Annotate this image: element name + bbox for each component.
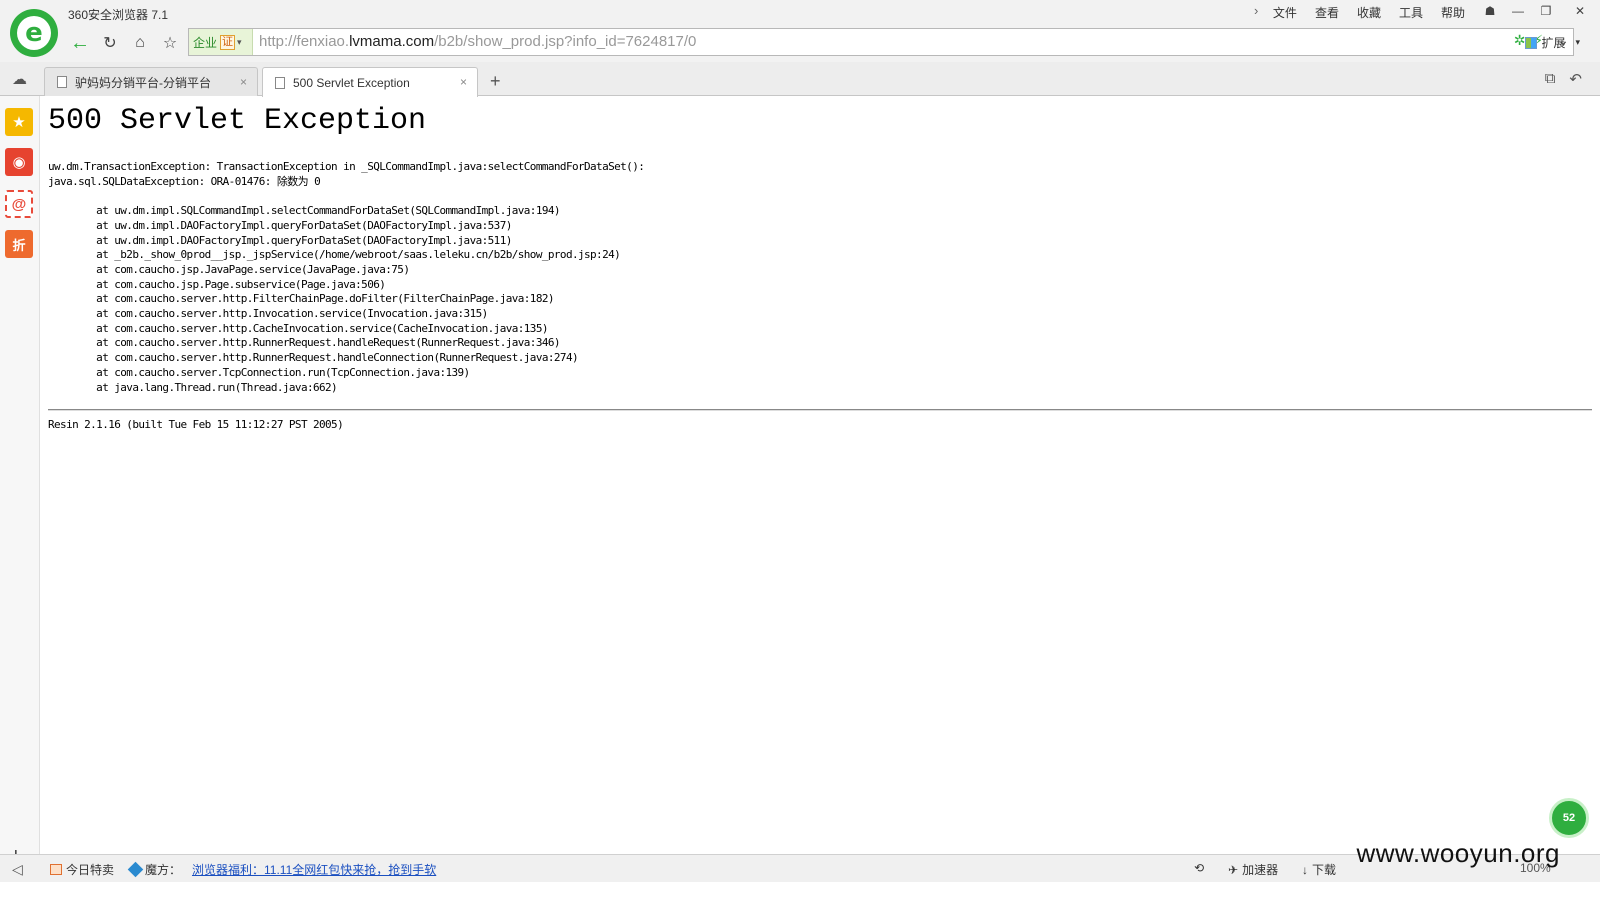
navigation-bar: ← ↻ ⌂ ☆ 企业 证 ▾ http://fenxiao.lvmama.com… xyxy=(66,28,1600,58)
today-special-button[interactable]: 今日特卖 xyxy=(50,861,114,878)
browser-logo-icon: e xyxy=(10,9,58,57)
maximize-button[interactable]: ❐ xyxy=(1532,0,1560,22)
download-button[interactable]: ↓ 下载 xyxy=(1302,861,1336,878)
extensions-arrow-icon: ▾ xyxy=(1575,37,1580,47)
enterprise-cert-badge[interactable]: 企业 证 ▾ xyxy=(189,29,253,55)
menu-tools[interactable]: 工具 xyxy=(1399,4,1423,21)
safety-scan-icon[interactable]: ✲ xyxy=(1514,32,1526,49)
gift-icon xyxy=(50,864,62,875)
url-prefix: http://fenxiao. xyxy=(259,33,350,50)
extensions-icon xyxy=(1525,36,1538,49)
skin-button[interactable]: ☗ xyxy=(1476,0,1504,22)
menu-favorites[interactable]: 收藏 xyxy=(1357,4,1381,21)
back-button[interactable]: ← xyxy=(66,30,94,56)
tab-close-icon[interactable]: × xyxy=(460,75,467,89)
minimize-button[interactable]: — xyxy=(1504,0,1532,22)
menu-expand-arrow-icon[interactable]: › xyxy=(1254,3,1258,18)
page-icon xyxy=(57,76,67,88)
rocket-icon: ✈ xyxy=(1228,862,1239,877)
home-button[interactable]: ⌂ xyxy=(126,30,154,56)
cert-dropdown-icon: ▾ xyxy=(237,36,242,47)
accelerator-button[interactable]: ✈ 加速器 xyxy=(1228,861,1278,878)
bottom-edge xyxy=(0,882,1600,900)
app-title: 360安全浏览器 7.1 xyxy=(68,8,169,22)
menu-file[interactable]: 文件 xyxy=(1273,4,1297,21)
accelerator-label: 加速器 xyxy=(1242,863,1279,877)
address-bar[interactable]: 企业 证 ▾ http://fenxiao.lvmama.com/b2b/sho… xyxy=(188,28,1574,56)
cube-icon xyxy=(127,861,144,878)
favorite-button[interactable]: ☆ xyxy=(156,30,184,56)
promo-link[interactable]: 浏览器福利：11.11全网红包快来抢，抢到手软 xyxy=(192,861,436,878)
menu-bar: 文件 查看 收藏 工具 帮助 xyxy=(1273,4,1465,21)
weibo-icon[interactable]: ◉ xyxy=(5,148,33,176)
mofang-label-group: 魔方： xyxy=(127,861,182,878)
url-path: /b2b/show_prod.jsp?info_id=7624817/0 xyxy=(434,33,697,50)
speed-icon: ⟲ xyxy=(1194,861,1205,875)
page-title: 500 Servlet Exception xyxy=(48,104,427,138)
download-label: 下载 xyxy=(1312,863,1337,877)
reload-button[interactable]: ↻ xyxy=(96,30,124,56)
tab-lvmama[interactable]: 驴妈妈分销平台-分销平台 × xyxy=(44,67,258,96)
menu-help[interactable]: 帮助 xyxy=(1441,4,1465,21)
new-tab-button[interactable]: + xyxy=(490,71,501,92)
sidebar-toggle-icon[interactable]: ◁ xyxy=(12,861,23,878)
server-version: Resin 2.1.16 (built Tue Feb 15 11:12:27 … xyxy=(48,418,344,431)
download-icon: ↓ xyxy=(1302,862,1308,877)
favorites-star-icon[interactable]: ★ xyxy=(5,108,33,136)
cert-badge-icon: 证 xyxy=(220,34,236,50)
tab-list-icon[interactable]: ⧉ xyxy=(1545,70,1556,88)
mofang-label: 魔方： xyxy=(145,863,182,877)
network-speed-button[interactable]: ⟲ xyxy=(1194,861,1204,875)
mail-icon[interactable]: @ xyxy=(5,190,33,218)
tabbar-tools: ⧉ ↶ xyxy=(1545,70,1582,88)
tab-close-icon[interactable]: × xyxy=(240,75,247,89)
cloud-sync-icon[interactable]: ☁ xyxy=(12,70,27,88)
tab-servlet-exception[interactable]: 500 Servlet Exception × xyxy=(262,67,478,97)
url-text[interactable]: http://fenxiao.lvmama.com/b2b/show_prod.… xyxy=(259,33,696,50)
discount-icon[interactable]: 折 xyxy=(5,230,33,258)
tab-title: 驴妈妈分销平台-分销平台 xyxy=(75,75,211,90)
sidebar: ★ ◉ @ 折 + xyxy=(0,96,40,874)
menu-view[interactable]: 查看 xyxy=(1315,4,1339,21)
extensions-button[interactable]: 扩展 ▾ xyxy=(1525,34,1580,51)
window-controls: ☗ — ❐ ✕ xyxy=(1476,0,1600,22)
cert-label: 企业 xyxy=(193,35,218,50)
page-icon xyxy=(275,76,285,89)
page-content: 500 Servlet Exception uw.dm.TransactionE… xyxy=(48,96,1594,874)
tab-title: 500 Servlet Exception xyxy=(293,75,410,90)
stack-trace: uw.dm.TransactionException: TransactionE… xyxy=(48,160,645,394)
watermark: www.wooyun.org xyxy=(1356,838,1560,868)
extensions-label: 扩展 xyxy=(1541,36,1566,50)
title-bar: e 360安全浏览器 7.1 › 文件 查看 收藏 工具 帮助 ☗ — ❐ ✕ … xyxy=(0,0,1600,62)
today-special-label: 今日特卖 xyxy=(66,863,115,877)
url-host: lvmama.com xyxy=(349,33,435,50)
divider xyxy=(48,409,1592,411)
close-button[interactable]: ✕ xyxy=(1560,0,1600,22)
undo-close-tab-icon[interactable]: ↶ xyxy=(1569,70,1582,88)
tab-bar: ☁ 驴妈妈分销平台-分销平台 × 500 Servlet Exception ×… xyxy=(0,62,1600,97)
speed-ball-widget[interactable]: 52 xyxy=(1549,798,1589,838)
